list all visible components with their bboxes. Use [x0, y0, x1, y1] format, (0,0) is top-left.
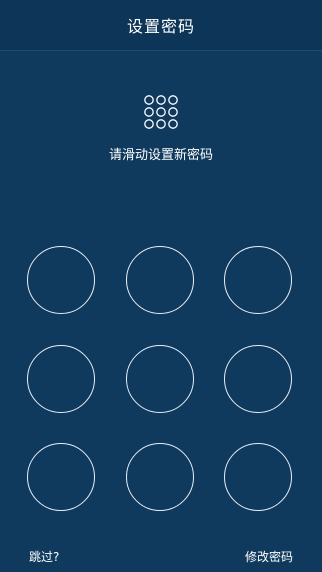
page-title: 设置密码 [126, 17, 195, 36]
pattern-node-4[interactable] [27, 345, 95, 413]
pattern-dots-icon [144, 95, 178, 129]
pattern-node-2[interactable] [126, 246, 194, 314]
pattern-node-5[interactable] [126, 345, 194, 413]
header-bar: 设置密码 [0, 0, 322, 51]
pattern-node-3[interactable] [224, 246, 292, 314]
hint-text: 请滑动设置新密码 [108, 148, 213, 163]
pattern-node-1[interactable] [27, 246, 95, 314]
pattern-node-6[interactable] [224, 345, 292, 413]
pattern-grid[interactable] [27, 246, 295, 518]
pattern-node-8[interactable] [126, 443, 194, 511]
pattern-node-9[interactable] [224, 443, 292, 511]
change-password-link[interactable]: 修改密码 [245, 548, 293, 565]
pattern-node-7[interactable] [27, 443, 95, 511]
skip-link[interactable]: 跳过? [29, 548, 59, 565]
footer-bar: 跳过? 修改密码 [0, 548, 322, 566]
